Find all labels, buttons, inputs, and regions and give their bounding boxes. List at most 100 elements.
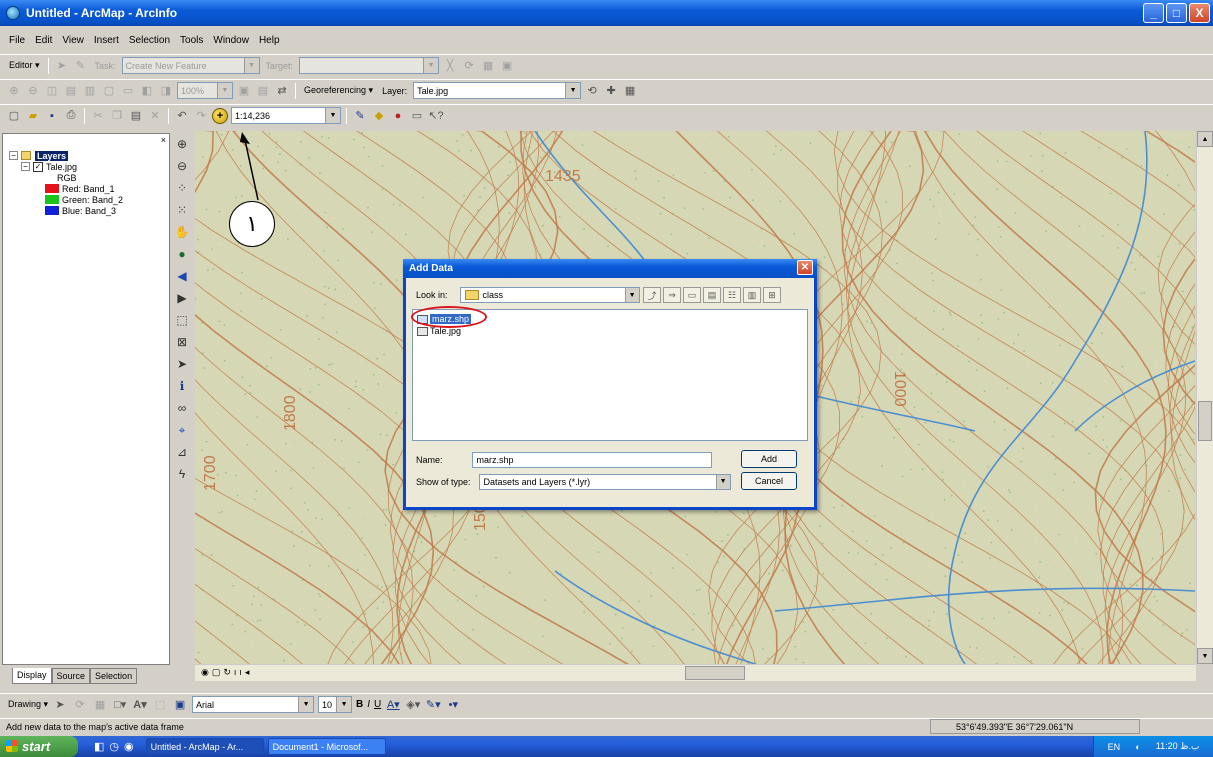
view-link-table-icon[interactable]: ▦ bbox=[622, 83, 638, 99]
layout-tool2-icon[interactable]: ▤ bbox=[255, 83, 271, 99]
print-layout-icon[interactable]: ▭ bbox=[120, 83, 136, 99]
split-tool-icon[interactable]: ╳ bbox=[442, 58, 458, 74]
zoom-to-element-icon[interactable]: ▦ bbox=[92, 697, 108, 713]
identify-icon[interactable]: ℹ bbox=[174, 378, 190, 394]
taskbar-item-word[interactable]: Document1 - Microsof... bbox=[267, 738, 386, 755]
sketch-properties-icon[interactable]: ▣ bbox=[499, 58, 515, 74]
maximize-button[interactable]: □ bbox=[1166, 3, 1187, 23]
target-dropdown[interactable]: ▼ bbox=[299, 57, 440, 74]
collapse-icon[interactable]: − bbox=[21, 162, 30, 171]
scroll-down-icon[interactable]: ▼ bbox=[1197, 648, 1213, 664]
full-extent-globe-icon[interactable]: ● bbox=[174, 246, 190, 262]
minimize-button[interactable]: _ bbox=[1143, 3, 1164, 23]
new-document-icon[interactable]: ▢ bbox=[6, 108, 22, 124]
toc-layer-row[interactable]: − ✓ Tale.jpg bbox=[9, 161, 169, 172]
dialog-close-button[interactable]: ✕ bbox=[797, 260, 813, 275]
georef-link-icon[interactable]: ⇄ bbox=[274, 83, 290, 99]
map-vertical-scrollbar[interactable]: ▲ ▼ bbox=[1196, 131, 1213, 664]
paste-icon[interactable]: ▤ bbox=[128, 108, 144, 124]
clock-app-icon[interactable]: ◷ bbox=[109, 740, 119, 753]
page-icon[interactable]: ▢ bbox=[101, 83, 117, 99]
hyperlink-icon[interactable]: ϟ bbox=[174, 466, 190, 482]
rotate-element-icon[interactable]: ⟳ bbox=[72, 697, 88, 713]
delete-icon[interactable]: ✕ bbox=[147, 108, 163, 124]
font-size-dropdown[interactable]: 10 ▼ bbox=[318, 696, 353, 713]
language-indicator[interactable]: EN bbox=[1108, 742, 1121, 752]
file-item-tale[interactable]: Tale.jpg bbox=[417, 325, 803, 337]
scroll-up-icon[interactable]: ▲ bbox=[1197, 131, 1213, 147]
network-icon[interactable]: ◐ bbox=[1135, 742, 1140, 752]
desktop-icon[interactable]: ◧ bbox=[94, 740, 104, 753]
details-view-icon[interactable]: ▥ bbox=[743, 287, 761, 303]
select-elements-icon[interactable]: ➤ bbox=[52, 697, 68, 713]
bold-button[interactable]: B bbox=[356, 699, 363, 710]
editor-toolbar-icon[interactable]: ✎ bbox=[352, 108, 368, 124]
up-one-level-icon[interactable]: ⤴ bbox=[643, 287, 661, 303]
layer-dropdown[interactable]: Tale.jpg ▼ bbox=[413, 82, 582, 99]
look-in-dropdown[interactable]: class ▼ bbox=[459, 287, 640, 303]
view-toggle-icons[interactable]: ◉▢↻ıı◂ bbox=[201, 667, 252, 678]
fill-color-icon[interactable]: ◈▾ bbox=[405, 697, 421, 713]
tab-source[interactable]: Source bbox=[51, 668, 91, 684]
focus-frame-icon[interactable]: ◨ bbox=[158, 83, 174, 99]
undo-icon[interactable]: ↶ bbox=[174, 108, 190, 124]
command-line-icon[interactable]: ▭ bbox=[409, 108, 425, 124]
marker-color-icon[interactable]: •▾ bbox=[445, 697, 461, 713]
cut-icon[interactable]: ✂ bbox=[90, 108, 106, 124]
menu-help[interactable]: Help bbox=[254, 35, 285, 46]
back-extent-icon[interactable]: ◀ bbox=[174, 268, 190, 284]
go-to-xy-icon[interactable]: ⌖ bbox=[174, 422, 190, 438]
edit-tool-icon[interactable]: ➤ bbox=[54, 58, 70, 74]
new-folder-icon[interactable]: ▤ bbox=[703, 287, 721, 303]
collapse-icon[interactable]: − bbox=[9, 151, 18, 160]
editor-menu-button[interactable]: Editor ▾ bbox=[6, 60, 43, 71]
fixed-zoom-out-icon[interactable]: ⁙ bbox=[174, 202, 190, 218]
connect-folder-icon[interactable]: ⇒ bbox=[663, 287, 681, 303]
dialog-titlebar[interactable]: Add Data ✕ bbox=[403, 259, 817, 278]
arccatalog-icon[interactable]: ◆ bbox=[371, 108, 387, 124]
whats-this-help-icon[interactable]: ↖? bbox=[428, 108, 444, 124]
attributes-icon[interactable]: ▦ bbox=[480, 58, 496, 74]
menu-edit[interactable]: Edit bbox=[30, 35, 57, 46]
fixed-zoom-in-icon[interactable]: ⁘ bbox=[174, 180, 190, 196]
sketch-tool-icon[interactable]: ✎ bbox=[73, 58, 89, 74]
save-icon[interactable]: ▪ bbox=[44, 108, 60, 124]
zoom-out-full-icon[interactable]: ⊖ bbox=[25, 83, 41, 99]
window-titlebar[interactable]: Untitled - ArcMap - ArcInfo _ □ X bbox=[0, 0, 1213, 26]
layout-zoom-dropdown[interactable]: 100% ▼ bbox=[177, 82, 233, 99]
rotate-tool-icon[interactable]: ⟳ bbox=[461, 58, 477, 74]
georeferencing-menu-button[interactable]: Georeferencing ▾ bbox=[301, 85, 376, 96]
menu-file[interactable]: File bbox=[4, 35, 30, 46]
clear-selection-icon[interactable]: ⊠ bbox=[174, 334, 190, 350]
toggle-draft-icon[interactable]: ◧ bbox=[139, 83, 155, 99]
toc-layers-row[interactable]: − Layers bbox=[9, 150, 169, 161]
name-input[interactable]: marz.shp bbox=[471, 452, 712, 468]
edit-vertices-icon[interactable]: ⬚ bbox=[152, 697, 168, 713]
rotate-icon[interactable]: ⟲ bbox=[584, 83, 600, 99]
map-scale-dropdown[interactable]: 1:14,236 ▼ bbox=[231, 107, 341, 124]
taskbar-item-arcmap[interactable]: Untitled - ArcMap - Ar... bbox=[145, 738, 264, 755]
scroll-thumb[interactable] bbox=[1198, 401, 1212, 441]
zoom-out-icon[interactable]: ⊖ bbox=[174, 158, 190, 174]
map-horizontal-scrollbar[interactable]: ◉▢↻ıı◂ bbox=[195, 664, 1196, 681]
start-button[interactable]: start bbox=[0, 736, 78, 757]
menu-insert[interactable]: Insert bbox=[89, 35, 124, 46]
pan-hand-icon[interactable]: ✋ bbox=[174, 224, 190, 240]
select-elements-arrow-icon[interactable]: ➤ bbox=[174, 356, 190, 372]
tab-selection[interactable]: Selection bbox=[90, 668, 138, 684]
menu-view[interactable]: View bbox=[57, 35, 89, 46]
red-band-swatch[interactable] bbox=[45, 184, 59, 193]
list-view-icon[interactable]: ☷ bbox=[723, 287, 741, 303]
add-data-button[interactable]: + bbox=[212, 107, 228, 124]
layer-visibility-checkbox[interactable]: ✓ bbox=[33, 161, 43, 172]
thumbnails-view-icon[interactable]: ⊞ bbox=[763, 287, 781, 303]
print-icon[interactable]: ⎙ bbox=[63, 108, 79, 124]
font-color-icon[interactable]: A▾ bbox=[385, 697, 401, 713]
task-dropdown[interactable]: Create New Feature ▼ bbox=[121, 57, 260, 74]
line-color-icon[interactable]: ✎▾ bbox=[425, 697, 441, 713]
zoom-in-full-icon[interactable]: ⊕ bbox=[6, 83, 22, 99]
rectangle-icon[interactable]: □▾ bbox=[112, 697, 128, 713]
forward-extent-icon[interactable]: ▶ bbox=[174, 290, 190, 306]
browser-icon[interactable]: ◉ bbox=[124, 740, 134, 753]
italic-button[interactable]: I bbox=[367, 699, 370, 710]
